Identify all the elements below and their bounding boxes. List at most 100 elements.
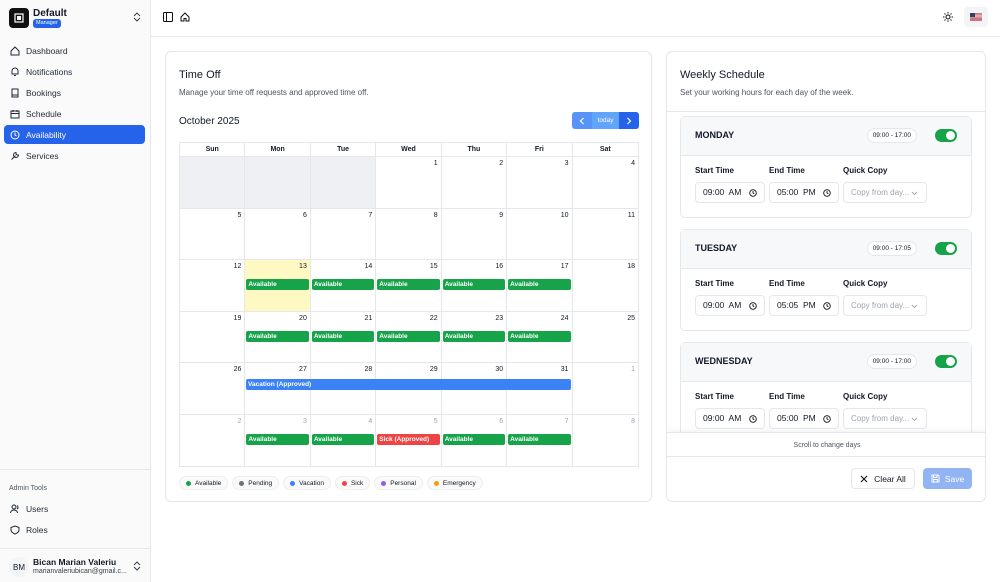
legend-label: Pending bbox=[248, 479, 273, 487]
nav-label: Notifications bbox=[26, 66, 73, 77]
day-enabled-toggle[interactable] bbox=[935, 355, 957, 368]
quick-copy-select[interactable]: Copy from day... bbox=[843, 408, 927, 429]
calendar-event-available[interactable]: Available bbox=[442, 433, 506, 445]
nav-roles[interactable]: Roles bbox=[4, 520, 145, 539]
calendar-day-cell[interactable]: 8 bbox=[573, 415, 638, 467]
calendar-event-available[interactable]: Available bbox=[508, 330, 571, 342]
quick-copy-select[interactable]: Copy from day... bbox=[843, 295, 927, 316]
calendar-day-cell[interactable]: 12 bbox=[180, 260, 246, 312]
calendar-day-cell[interactable]: 7 Available bbox=[507, 414, 573, 466]
calendar-day-cell[interactable]: 2 bbox=[441, 157, 508, 209]
calendar-day-cell[interactable]: 26 bbox=[180, 363, 246, 415]
calendar-day-cell[interactable]: 8 bbox=[376, 208, 442, 260]
quick-copy-placeholder: Copy from day... bbox=[851, 188, 910, 197]
day-number: 5 bbox=[237, 211, 242, 219]
calendar-event-available[interactable]: Available bbox=[246, 330, 309, 342]
calendar-day-cell[interactable]: 3 Available bbox=[245, 414, 311, 466]
calendar-day-cell[interactable]: 1 bbox=[572, 363, 638, 415]
calendar-event-vacation[interactable]: Vacation (Approved) bbox=[246, 379, 571, 390]
calendar-day-cell[interactable]: 6 bbox=[245, 208, 311, 260]
calendar-day-cell[interactable]: 25 bbox=[572, 312, 638, 363]
calendar-day-cell[interactable]: 2 bbox=[180, 414, 246, 466]
calendar-day-cell[interactable]: 17 Available bbox=[507, 260, 573, 312]
calendar-event-available[interactable]: Available bbox=[442, 279, 506, 290]
nav-schedule[interactable]: Schedule bbox=[4, 104, 145, 123]
calendar-day-cell[interactable]: 5 bbox=[180, 208, 246, 260]
calendar-day-cell[interactable]: 1 bbox=[376, 157, 442, 209]
day-number: 6 bbox=[302, 211, 307, 219]
nav-dashboard[interactable]: Dashboard bbox=[4, 41, 145, 60]
calendar-day-cell[interactable]: 20 Available bbox=[245, 311, 311, 363]
calendar-day-cell[interactable] bbox=[245, 157, 311, 209]
start-time-input[interactable]: 09:00 AM bbox=[695, 182, 765, 203]
today-button[interactable]: today bbox=[592, 112, 619, 129]
theme-toggle-sun-icon[interactable] bbox=[943, 12, 953, 22]
end-time-input[interactable]: 05:05 PM bbox=[769, 295, 839, 316]
calendar-event-available[interactable]: Available bbox=[311, 330, 375, 342]
end-time-input[interactable]: 05:00 PM bbox=[769, 408, 839, 429]
calendar-day-cell[interactable]: 14 Available bbox=[310, 260, 377, 312]
calendar-day-cell[interactable]: 4 Available bbox=[311, 414, 377, 466]
prev-month-button[interactable] bbox=[572, 112, 592, 129]
calendar-day-cell[interactable] bbox=[180, 157, 246, 209]
calendar-day-cell[interactable]: 13 Available bbox=[245, 260, 311, 312]
calendar-event-available[interactable]: Available bbox=[246, 279, 309, 290]
calendar-day-cell[interactable]: 9 bbox=[441, 208, 508, 260]
day-number: 1 bbox=[433, 160, 438, 167]
legend-dot bbox=[433, 480, 439, 486]
language-selector[interactable] bbox=[964, 7, 988, 27]
nav-users[interactable]: Users bbox=[4, 499, 145, 518]
day-enabled-toggle[interactable] bbox=[935, 129, 957, 142]
calendar-event-available[interactable]: Available bbox=[377, 330, 440, 342]
legend-label: Emergency bbox=[442, 479, 476, 487]
calendar-event-available[interactable]: Available bbox=[508, 433, 571, 445]
calendar-day-cell[interactable]: 3 bbox=[507, 157, 573, 209]
start-time-label: Start Time bbox=[695, 279, 734, 288]
user-menu[interactable]: BM Bican Marian Valeriu marianvaleriubic… bbox=[9, 556, 145, 578]
clear-all-button[interactable]: Clear All bbox=[851, 468, 915, 489]
quick-copy-select[interactable]: Copy from day... bbox=[843, 182, 927, 203]
calendar-day-cell[interactable]: 18 bbox=[572, 260, 638, 312]
calendar-day-cell[interactable]: 10 bbox=[507, 208, 573, 260]
calendar-event-available[interactable]: Available bbox=[246, 433, 309, 445]
nav-notifications[interactable]: Notifications bbox=[4, 62, 145, 81]
calendar-event-available[interactable]: Available bbox=[377, 279, 440, 290]
calendar-day-cell[interactable]: 7 bbox=[310, 208, 377, 260]
calendar-event-available[interactable]: Available bbox=[311, 279, 375, 290]
calendar-day-cell[interactable]: 4 bbox=[572, 157, 638, 209]
calendar-day-cell[interactable]: 15 Available bbox=[376, 260, 442, 312]
start-time-input[interactable]: 09:00 AM bbox=[695, 408, 765, 429]
end-time-input[interactable]: 05:00 PM bbox=[769, 182, 839, 203]
calendar-day-cell[interactable]: 24 Available bbox=[507, 311, 573, 363]
calendar-day-cell[interactable]: 23 Available bbox=[441, 311, 508, 363]
sidebar-toggle-icon[interactable] bbox=[163, 12, 173, 22]
calendar-event-available[interactable]: Available bbox=[442, 330, 506, 342]
start-time-input[interactable]: 09:00 AM bbox=[695, 295, 765, 316]
nav-bookings[interactable]: Bookings bbox=[4, 83, 145, 102]
calendar-event-sick[interactable]: Sick (Approved) bbox=[377, 433, 440, 445]
nav-services[interactable]: Services bbox=[4, 146, 145, 165]
calendar-day-cell[interactable]: 5 Sick (Approved) bbox=[376, 414, 442, 466]
next-month-button[interactable] bbox=[619, 112, 639, 129]
day-enabled-toggle[interactable] bbox=[935, 242, 957, 255]
save-button[interactable]: Save bbox=[923, 468, 972, 489]
calendar-event-available[interactable]: Available bbox=[508, 279, 571, 290]
calendar-day-cell[interactable]: 21 Available bbox=[310, 311, 377, 363]
workspace-switcher[interactable]: Default Manager bbox=[9, 8, 145, 30]
calendar-day-cell[interactable]: 22 Available bbox=[376, 311, 442, 363]
day-name: TUESDAY bbox=[695, 243, 738, 253]
calendar-day-cell[interactable]: 11 bbox=[572, 209, 638, 260]
calendar-day-cell[interactable]: 16 Available bbox=[441, 260, 508, 312]
legend-label: Vacation bbox=[299, 479, 324, 487]
calendar-day-cell[interactable]: 19 bbox=[180, 311, 246, 363]
calendar-month: October 2025 bbox=[179, 116, 240, 127]
weekday-header: Sun bbox=[180, 143, 246, 157]
home-icon[interactable] bbox=[180, 12, 190, 22]
nav-availability[interactable]: Availability bbox=[4, 125, 145, 144]
legend-item: Pending bbox=[232, 476, 280, 490]
hours-badge: 09:00 - 17:00 bbox=[866, 354, 917, 369]
calendar-day-cell[interactable] bbox=[310, 157, 377, 209]
time-off-title: Time Off bbox=[179, 69, 221, 81]
calendar-event-available[interactable]: Available bbox=[311, 433, 375, 445]
calendar-day-cell[interactable]: 6 Available bbox=[442, 414, 508, 466]
